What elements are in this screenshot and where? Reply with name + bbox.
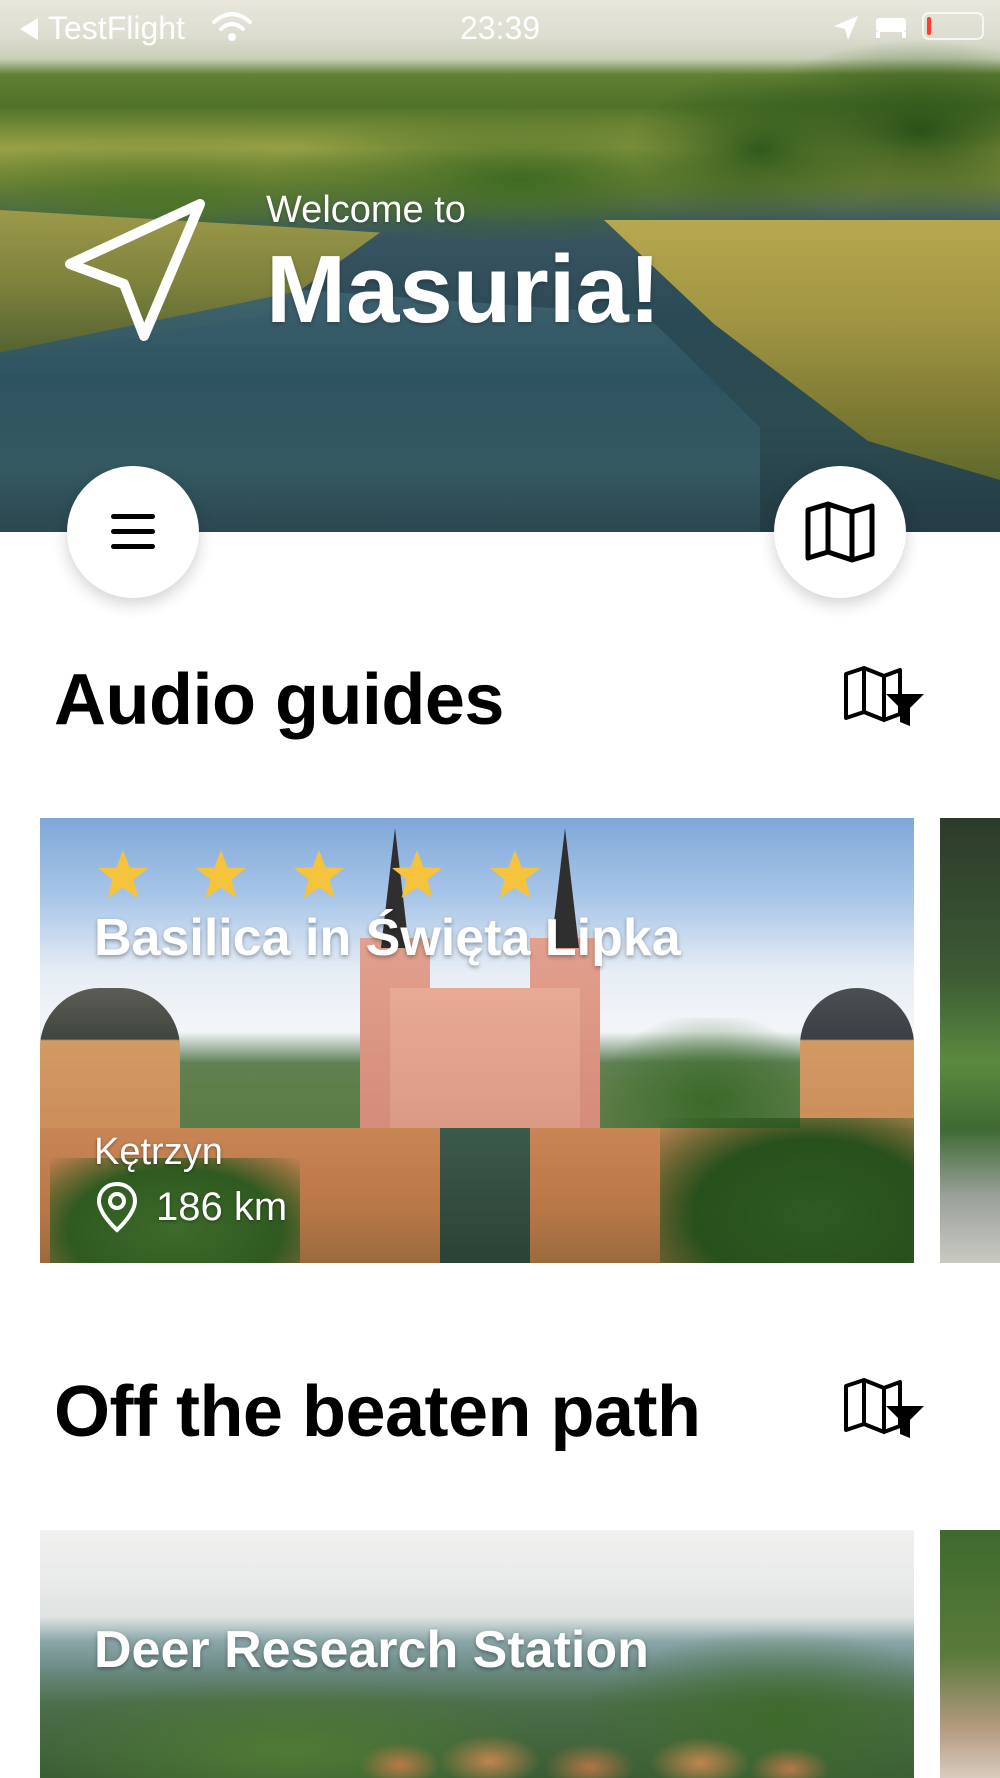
navigation-arrow-icon (65, 199, 205, 341)
battery-level (927, 17, 931, 35)
map-filter-icon (844, 1378, 924, 1438)
star-icon (98, 850, 148, 898)
hero-banner: Welcome to Masuria! (0, 0, 1000, 532)
next-card-peek[interactable] (940, 1530, 1000, 1778)
card-image-deer (340, 1725, 840, 1778)
card-distance: 186 km (94, 1180, 287, 1234)
card-image-gate (440, 1128, 530, 1263)
welcome-label: Welcome to (266, 189, 466, 231)
map-filter-icon (844, 666, 924, 726)
location-pin-icon (96, 1181, 138, 1233)
battery-icon (922, 12, 984, 40)
section-title-off-the-beaten-path: Off the beaten path (54, 1372, 701, 1452)
star-icon (294, 850, 344, 898)
star-icon (392, 850, 442, 898)
star-icon (490, 850, 540, 898)
card-image-facade (390, 988, 580, 1148)
card-title: Basilica in Święta Lipka (94, 909, 681, 967)
sleep-bed-icon (876, 18, 906, 38)
rating-stars (96, 848, 542, 902)
section-title-audio-guides: Audio guides (54, 660, 504, 740)
home-screen: Welcome to Masuria! TestFlight 23:39 Aud… (0, 0, 1000, 1778)
card-title: Deer Research Station (94, 1621, 649, 1679)
next-card-peek[interactable] (940, 818, 1000, 1263)
card-city: Kętrzyn (94, 1131, 223, 1173)
card-distance-value: 186 km (156, 1185, 288, 1229)
hero-title: Masuria! (266, 236, 661, 343)
hamburger-menu-icon (111, 514, 155, 549)
star-icon (196, 850, 246, 898)
off-path-card[interactable]: Deer Research Station (40, 1530, 914, 1778)
location-services-icon (834, 16, 858, 40)
map-button[interactable] (774, 466, 906, 598)
map-filter-button[interactable] (842, 664, 926, 734)
audio-guide-card[interactable]: Basilica in Święta Lipka Kętrzyn 186 km (40, 818, 914, 1263)
card-image-bush-right (660, 1118, 914, 1263)
status-bar: TestFlight 23:39 (0, 0, 1000, 54)
map-icon (805, 501, 875, 563)
menu-button[interactable] (67, 466, 199, 598)
map-filter-button[interactable] (842, 1376, 926, 1446)
